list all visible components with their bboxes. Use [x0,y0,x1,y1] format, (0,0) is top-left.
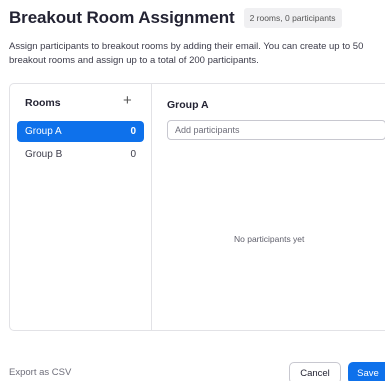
room-name: Group A [25,126,62,137]
cancel-button[interactable]: Cancel [289,362,341,381]
dialog-title: Breakout Room Assignment [9,8,235,27]
selected-group-title: Group A [167,99,209,111]
room-participant-count: 0 [130,126,136,137]
room-item-group-a[interactable]: Group A 0 [17,121,144,142]
rooms-column: Rooms + Group A 0 Group B 0 [10,84,152,330]
room-name: Group B [25,149,63,160]
save-button[interactable]: Save [348,362,385,381]
room-item-group-b[interactable]: Group B 0 [17,144,144,165]
room-participant-count: 0 [130,149,136,160]
assignment-panel: Rooms + Group A 0 Group B 0 Group A No p… [9,83,385,331]
rooms-header: Rooms [25,97,61,109]
add-participants-input[interactable] [167,120,385,140]
empty-participants-text: No participants yet [234,234,305,244]
plus-icon[interactable]: + [123,93,132,109]
title-row: Breakout Room Assignment 2 rooms, 0 part… [9,8,342,28]
room-count-badge: 2 rooms, 0 participants [243,8,342,28]
breakout-room-dialog: Breakout Room Assignment 2 rooms, 0 part… [0,0,385,381]
dialog-description: Assign participants to breakout rooms by… [9,41,364,66]
room-detail-column: Group A No participants yet [152,84,385,330]
export-csv-link[interactable]: Export as CSV [9,367,71,378]
